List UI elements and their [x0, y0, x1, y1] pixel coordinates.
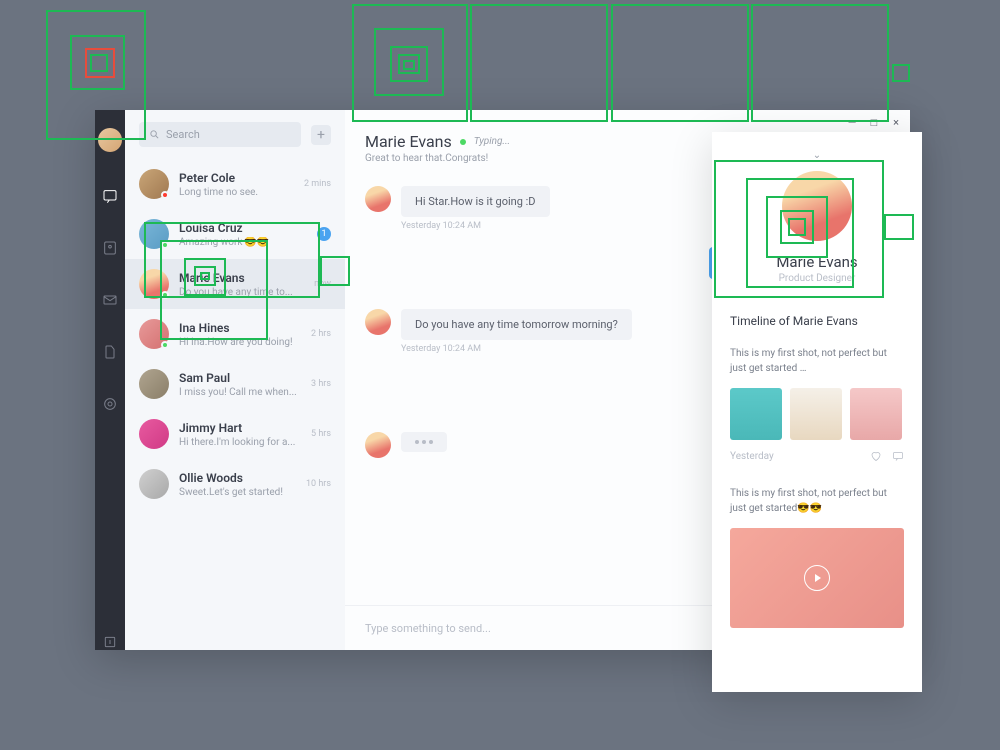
message-preview: Hi Ina.How are you doing! [179, 337, 301, 348]
conversation-item[interactable]: Louisa Cruz Amazing work😎😎 1 [125, 209, 345, 259]
post-timestamp: Yesterday [730, 451, 774, 462]
conversations-panel: Search + Peter Cole Long time no see. 2 m… [125, 110, 345, 650]
play-icon [804, 565, 830, 591]
avatar [139, 419, 169, 449]
online-indicator [460, 139, 466, 145]
timeline-post-text: This is my first shot, not perfect but j… [730, 346, 904, 376]
mail-icon[interactable] [102, 292, 118, 308]
contact-name: Marie Evans [179, 271, 304, 285]
avatar [365, 432, 391, 458]
conversation-item[interactable]: Peter Cole Long time no see. 2 mins [125, 159, 345, 209]
message-bubble: Hi Star.How is it going :D [401, 186, 550, 217]
conversation-item[interactable]: Ollie Woods Sweet.Let's get started! 10 h… [125, 459, 345, 509]
typing-indicator: Typing... [474, 136, 510, 147]
collapse-icon[interactable]: ⌄ [730, 150, 904, 161]
timestamp: now [314, 279, 331, 289]
avatar [365, 309, 391, 335]
thumbnail[interactable] [850, 388, 902, 440]
contact-name: Ollie Woods [179, 471, 296, 485]
message-preview: Sweet.Let's get started! [179, 487, 296, 498]
contact-name: Ina Hines [179, 321, 301, 335]
contacts-icon[interactable] [102, 240, 118, 256]
logout-icon[interactable] [102, 634, 118, 650]
search-placeholder: Search [166, 128, 200, 141]
profile-role: Product Designer [730, 273, 904, 284]
timestamp: 5 hrs [311, 429, 331, 439]
timestamp: 3 hrs [311, 379, 331, 389]
profile-avatar [782, 171, 852, 241]
timeline-thumbnails [730, 388, 904, 440]
profile-name: Marie Evans [730, 253, 904, 271]
timeline-post-text: This is my first shot, not perfect but j… [730, 486, 904, 516]
window-controls: — □ × [846, 116, 902, 129]
timeline-meta: Yesterday [730, 450, 904, 462]
avatar [365, 186, 391, 212]
file-icon[interactable] [102, 344, 118, 360]
avatar [139, 269, 169, 299]
conversation-item[interactable]: Ina Hines Hi Ina.How are you doing! 2 hrs [125, 309, 345, 359]
comment-icon[interactable] [892, 450, 904, 462]
new-chat-button[interactable]: + [311, 125, 331, 145]
avatar [139, 469, 169, 499]
profile-panel: ⌄ Marie Evans Product Designer Timeline … [712, 132, 922, 692]
message-preview: I miss you! Call me when... [179, 387, 301, 398]
conversation-item[interactable]: Jimmy HartHi there.I'm looking for a... … [125, 409, 345, 459]
avatar [139, 219, 169, 249]
chat-contact-name: Marie Evans [365, 132, 452, 151]
chat-icon[interactable] [102, 188, 118, 204]
message-preview: Do you have any time to... [179, 287, 304, 298]
timeline-title: Timeline of Marie Evans [730, 314, 904, 328]
conversation-item[interactable]: Marie Evans Do you have any time to... no… [125, 259, 345, 309]
message-preview: Amazing work😎😎 [179, 237, 307, 248]
contact-name: Louisa Cruz [179, 221, 307, 235]
message-preview: Hi there.I'm looking for a... [179, 437, 301, 448]
timestamp: 2 mins [304, 179, 331, 189]
minimize-button[interactable]: — [846, 116, 858, 129]
unread-badge: 1 [317, 227, 331, 241]
avatar [139, 369, 169, 399]
current-user-avatar[interactable] [98, 128, 122, 152]
contact-name: Sam Paul [179, 371, 301, 385]
avatar [139, 169, 169, 199]
search-icon [149, 129, 160, 140]
maximize-button[interactable]: □ [868, 116, 880, 129]
nav-sidebar [95, 110, 125, 650]
timeline-video-thumbnail[interactable] [730, 528, 904, 628]
close-button[interactable]: × [890, 116, 902, 129]
search-input[interactable]: Search [139, 122, 301, 147]
conversation-list: Peter Cole Long time no see. 2 mins Louis… [125, 159, 345, 650]
timestamp: 2 hrs [311, 329, 331, 339]
avatar [139, 319, 169, 349]
timestamp: 10 hrs [306, 479, 331, 489]
contact-name: Peter Cole [179, 171, 294, 185]
conversation-item[interactable]: Sam Paul I miss you! Call me when... 3 hr… [125, 359, 345, 409]
settings-icon[interactable] [102, 396, 118, 412]
thumbnail[interactable] [790, 388, 842, 440]
heart-icon[interactable] [870, 450, 882, 462]
contact-name: Jimmy Hart [179, 421, 301, 435]
thumbnail[interactable] [730, 388, 782, 440]
message-bubble: Do you have any time tomorrow morning? [401, 309, 632, 340]
typing-bubble [401, 432, 447, 452]
message-preview: Long time no see. [179, 187, 294, 198]
